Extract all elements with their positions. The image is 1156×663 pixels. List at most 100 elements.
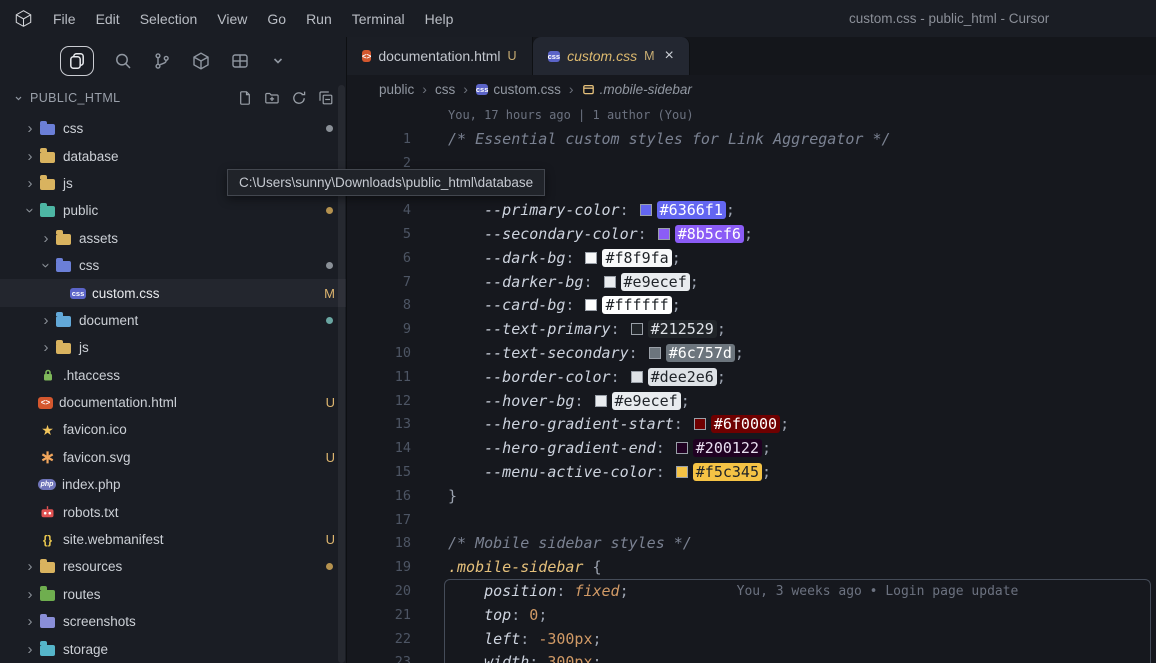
menu-edit[interactable]: Edit	[86, 11, 130, 27]
tree-item-favicon-svg[interactable]: ∗favicon.svgU	[0, 444, 346, 471]
color-swatch-icon[interactable]	[649, 347, 661, 359]
folder-icon	[40, 124, 55, 135]
menu-selection[interactable]: Selection	[130, 11, 208, 27]
color-swatch-icon[interactable]	[631, 371, 643, 383]
code-line-22[interactable]: 22 left: -300px;	[347, 627, 1156, 651]
tree-item-storage[interactable]: ›storage	[0, 635, 346, 662]
code-line-5[interactable]: 5 --secondary-color: #8b5cf6;	[347, 222, 1156, 246]
chevron-collapsed-icon[interactable]: ›	[38, 339, 54, 356]
color-swatch-icon[interactable]	[585, 299, 597, 311]
code-line-6[interactable]: 6 --dark-bg: #f8f9fa;	[347, 246, 1156, 270]
code-line-15[interactable]: 15 --menu-active-color: #f5c345;	[347, 460, 1156, 484]
code-line-14[interactable]: 14 --hero-gradient-end: #200122;	[347, 436, 1156, 460]
tree-item-css[interactable]: ›css	[0, 115, 346, 142]
tree-item-routes[interactable]: ›routes	[0, 581, 346, 608]
tab-custom-css[interactable]: csscustom.cssM×	[533, 37, 690, 75]
breadcrumb-item-mobile-sidebar[interactable]: .mobile-sidebar	[582, 82, 692, 97]
code-token: -300px	[538, 630, 592, 648]
search-icon[interactable]	[113, 51, 133, 71]
git-status-badge: U	[326, 532, 335, 547]
new-file-icon[interactable]	[237, 90, 253, 106]
chevron-collapsed-icon[interactable]: ›	[22, 586, 38, 603]
tree-item-htaccess[interactable]: .htaccess	[0, 362, 346, 389]
code-line-21[interactable]: 21 top: 0;	[347, 603, 1156, 627]
color-swatch-icon[interactable]	[595, 395, 607, 407]
chevron-expanded-icon[interactable]: ›	[22, 203, 39, 219]
chevron-expanded-icon[interactable]: ›	[38, 258, 55, 274]
tab-documentation-html[interactable]: <>documentation.htmlU	[347, 37, 533, 75]
section-chevron-icon[interactable]	[12, 92, 25, 105]
color-swatch-icon[interactable]	[604, 276, 616, 288]
code-line-20[interactable]: 20 position: fixed;You, 3 weeks ago • Lo…	[347, 579, 1156, 603]
new-folder-icon[interactable]	[264, 90, 280, 106]
source-control-icon[interactable]	[152, 51, 172, 71]
color-swatch-icon[interactable]	[658, 228, 670, 240]
code-line-10[interactable]: 10 --text-secondary: #6c757d;	[347, 341, 1156, 365]
code-line-16[interactable]: 16}	[347, 484, 1156, 508]
menu-go[interactable]: Go	[257, 11, 296, 27]
chevron-down-icon[interactable]	[269, 52, 287, 70]
chevron-collapsed-icon[interactable]: ›	[22, 558, 38, 575]
chevron-collapsed-icon[interactable]: ›	[22, 613, 38, 630]
hex-color-value: #dee2e6	[648, 368, 717, 386]
chevron-collapsed-icon[interactable]: ›	[22, 148, 38, 165]
collapse-all-icon[interactable]	[318, 90, 334, 106]
code-line-4[interactable]: 4 --primary-color: #6366f1;	[347, 198, 1156, 222]
color-swatch-icon[interactable]	[640, 204, 652, 216]
menu-view[interactable]: View	[207, 11, 257, 27]
tree-item-favicon-ico[interactable]: ★favicon.ico	[0, 416, 346, 443]
chevron-collapsed-icon[interactable]: ›	[38, 230, 54, 247]
color-swatch-icon[interactable]	[585, 252, 597, 264]
tree-item-public[interactable]: ›public	[0, 197, 346, 224]
menu-terminal[interactable]: Terminal	[342, 11, 415, 27]
refresh-icon[interactable]	[291, 90, 307, 106]
close-icon[interactable]: ×	[665, 47, 674, 65]
explorer-icon[interactable]	[60, 46, 94, 76]
code-line-17[interactable]: 17	[347, 508, 1156, 532]
tree-item-css[interactable]: ›css	[0, 252, 346, 279]
symbol-class-icon	[582, 83, 595, 96]
code-line-9[interactable]: 9 --text-primary: #212529;	[347, 317, 1156, 341]
chevron-collapsed-icon[interactable]: ›	[22, 120, 38, 137]
tree-item-screenshots[interactable]: ›screenshots	[0, 608, 346, 635]
menu-run[interactable]: Run	[296, 11, 342, 27]
tree-item-resources[interactable]: ›resources	[0, 553, 346, 580]
tree-item-robots-txt[interactable]: robots.txt	[0, 498, 346, 525]
code-line-19[interactable]: 19.mobile-sidebar {	[347, 555, 1156, 579]
chevron-collapsed-icon[interactable]: ›	[38, 312, 54, 329]
code-line-18[interactable]: 18/* Mobile sidebar styles */	[347, 532, 1156, 556]
extensions-icon[interactable]	[191, 51, 211, 71]
code-line-7[interactable]: 7 --darker-bg: #e9ecef;	[347, 270, 1156, 294]
color-swatch-icon[interactable]	[631, 323, 643, 335]
breadcrumb-item-css[interactable]: css	[435, 82, 455, 97]
color-swatch-icon[interactable]	[694, 418, 706, 430]
folder-icon	[56, 316, 71, 327]
code-line-11[interactable]: 11 --border-color: #dee2e6;	[347, 365, 1156, 389]
code-line-13[interactable]: 13 --hero-gradient-start: #6f0000;	[347, 413, 1156, 437]
chevron-collapsed-icon[interactable]: ›	[22, 175, 38, 192]
breadcrumb-item-public[interactable]: public	[379, 82, 414, 97]
layout-icon[interactable]	[230, 51, 250, 71]
line-content: --darker-bg: #e9ecef;	[411, 273, 699, 291]
breadcrumb-item-custom-css[interactable]: csscustom.css	[476, 82, 561, 97]
line-content: left: -300px;	[411, 630, 602, 648]
menu-help[interactable]: Help	[415, 11, 464, 27]
code-line-23[interactable]: 23 width: 300px;	[347, 651, 1156, 663]
tree-item-js[interactable]: ›js	[0, 334, 346, 361]
line-content: /* Essential custom styles for Link Aggr…	[411, 130, 891, 148]
code-line-1[interactable]: 1/* Essential custom styles for Link Agg…	[347, 127, 1156, 151]
tree-item-custom-css[interactable]: csscustom.cssM	[0, 279, 346, 306]
color-swatch-icon[interactable]	[676, 442, 688, 454]
tree-item-database[interactable]: ›database	[0, 142, 346, 169]
tree-item-assets[interactable]: ›assets	[0, 225, 346, 252]
tree-item-index-php[interactable]: phpindex.php	[0, 471, 346, 498]
tree-item-site-webmanifest[interactable]: {}site.webmanifestU	[0, 526, 346, 553]
breadcrumb-separator-icon: ›	[422, 81, 427, 97]
tree-item-documentation-html[interactable]: <>documentation.htmlU	[0, 389, 346, 416]
tree-item-document[interactable]: ›document	[0, 307, 346, 334]
color-swatch-icon[interactable]	[676, 466, 688, 478]
chevron-collapsed-icon[interactable]: ›	[22, 641, 38, 658]
code-line-12[interactable]: 12 --hover-bg: #e9ecef;	[347, 389, 1156, 413]
menu-file[interactable]: File	[43, 11, 86, 27]
code-line-8[interactable]: 8 --card-bg: #ffffff;	[347, 294, 1156, 318]
